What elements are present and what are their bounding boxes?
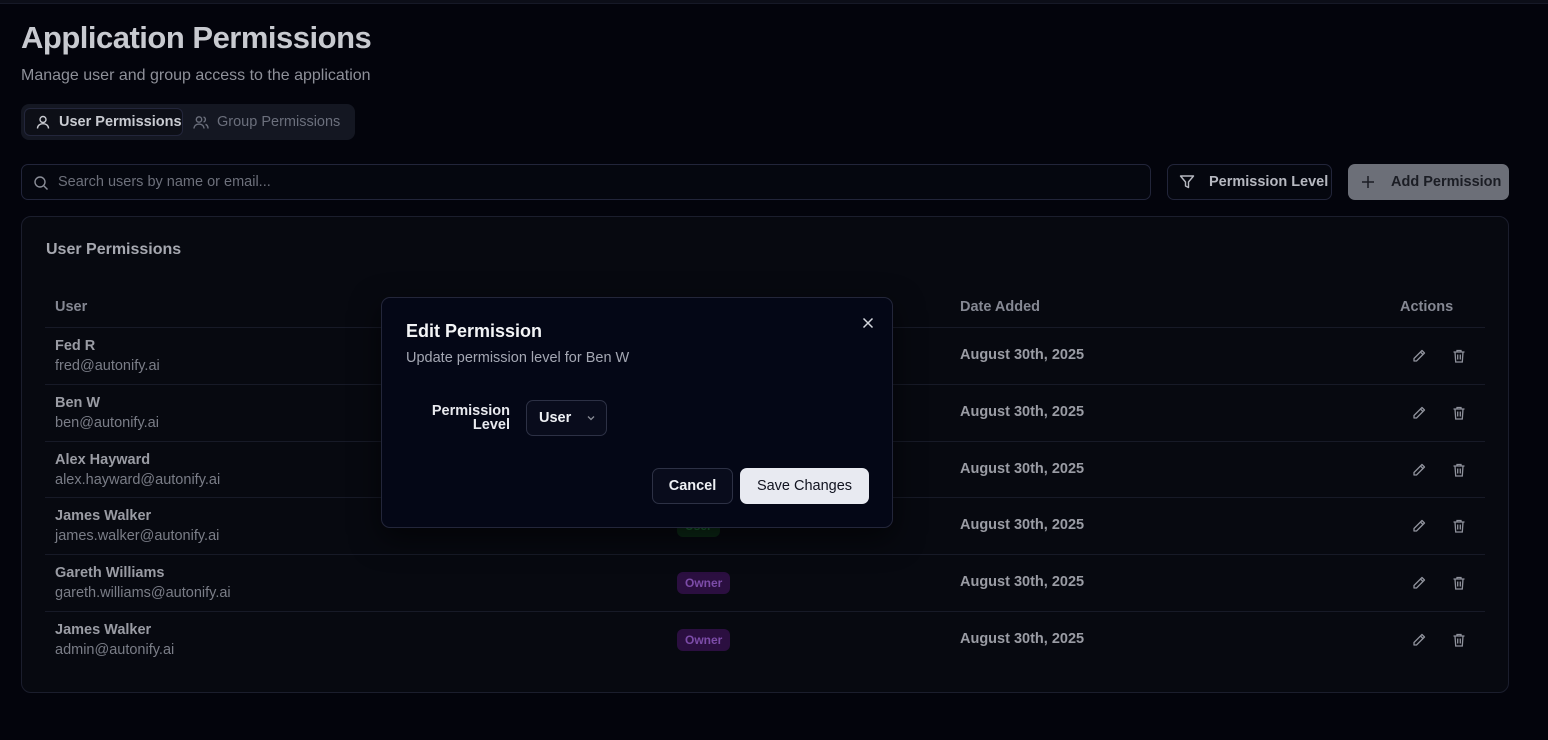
edit-icon[interactable] (1410, 574, 1428, 592)
close-icon[interactable] (860, 315, 876, 331)
permission-level-label: Permission Level (431, 403, 510, 433)
trash-icon[interactable] (1450, 631, 1468, 649)
edit-icon[interactable] (1410, 347, 1428, 365)
table-row: James Walker admin@autonify.ai Owner Aug… (45, 611, 1485, 668)
user-name: Alex Hayward (55, 452, 151, 468)
user-email: admin@autonify.ai (55, 642, 175, 658)
plus-icon (1360, 174, 1376, 190)
search-icon (33, 175, 49, 191)
filter-label: Permission Level (1209, 174, 1329, 190)
user-name: Gareth Williams (55, 565, 165, 581)
search-box (21, 164, 1151, 200)
permission-level-select[interactable]: User (526, 400, 607, 436)
user-name: James Walker (55, 508, 152, 524)
user-email: alex.hayward@autonify.ai (55, 472, 221, 488)
column-header-date-added: Date Added (960, 299, 1041, 315)
user-email: ben@autonify.ai (55, 415, 159, 431)
permission-level-filter-button[interactable]: Permission Level (1167, 164, 1332, 200)
chevron-down-icon (585, 412, 597, 424)
user-email: gareth.williams@autonify.ai (55, 585, 231, 601)
user-name: Fed R (55, 338, 96, 354)
permissions-tabs: User Permissions Group Permissions (21, 104, 355, 140)
tab-group-permissions[interactable]: Group Permissions (187, 108, 351, 136)
trash-icon[interactable] (1450, 347, 1468, 365)
dialog-title: Edit Permission (406, 321, 543, 341)
selected-permission-value: User (539, 410, 572, 426)
date-added: August 30th, 2025 (960, 347, 1085, 363)
user-name: James Walker (55, 622, 152, 638)
users-icon (193, 114, 209, 130)
edit-icon[interactable] (1410, 517, 1428, 535)
trash-icon[interactable] (1450, 461, 1468, 479)
column-header-user: User (55, 299, 88, 315)
page-title: Application Permissions (21, 20, 372, 55)
card-title: User Permissions (46, 241, 182, 258)
edit-icon[interactable] (1410, 631, 1428, 649)
trash-icon[interactable] (1450, 404, 1468, 422)
table-row: Gareth Williams gareth.williams@autonify… (45, 554, 1485, 611)
dialog-description: Update permission level for Ben W (406, 350, 630, 366)
column-header-actions: Actions (1400, 299, 1454, 315)
edit-permission-dialog: Edit Permission Update permission level … (381, 297, 893, 528)
page-subtitle: Manage user and group access to the appl… (21, 67, 371, 84)
date-added: August 30th, 2025 (960, 461, 1085, 477)
save-changes-button[interactable]: Save Changes (740, 468, 869, 504)
date-added: August 30th, 2025 (960, 517, 1085, 533)
tab-label: User Permissions (59, 114, 182, 130)
user-icon (35, 114, 51, 130)
add-permission-button[interactable]: Add Permission (1348, 164, 1509, 200)
tab-label: Group Permissions (217, 114, 341, 130)
date-added: August 30th, 2025 (960, 631, 1085, 647)
filter-icon (1179, 174, 1195, 190)
search-input[interactable] (58, 165, 1138, 199)
tab-user-permissions[interactable]: User Permissions (24, 108, 183, 136)
user-email: james.walker@autonify.ai (55, 528, 220, 544)
date-added: August 30th, 2025 (960, 574, 1085, 590)
user-email: fred@autonify.ai (55, 358, 160, 374)
date-added: August 30th, 2025 (960, 404, 1085, 420)
cancel-button[interactable]: Cancel (652, 468, 733, 504)
add-permission-label: Add Permission (1391, 174, 1502, 190)
edit-icon[interactable] (1410, 404, 1428, 422)
trash-icon[interactable] (1450, 574, 1468, 592)
role-badge-owner: Owner (677, 629, 731, 651)
trash-icon[interactable] (1450, 517, 1468, 535)
edit-icon[interactable] (1410, 461, 1428, 479)
user-name: Ben W (55, 395, 101, 411)
role-badge-owner: Owner (677, 572, 731, 594)
